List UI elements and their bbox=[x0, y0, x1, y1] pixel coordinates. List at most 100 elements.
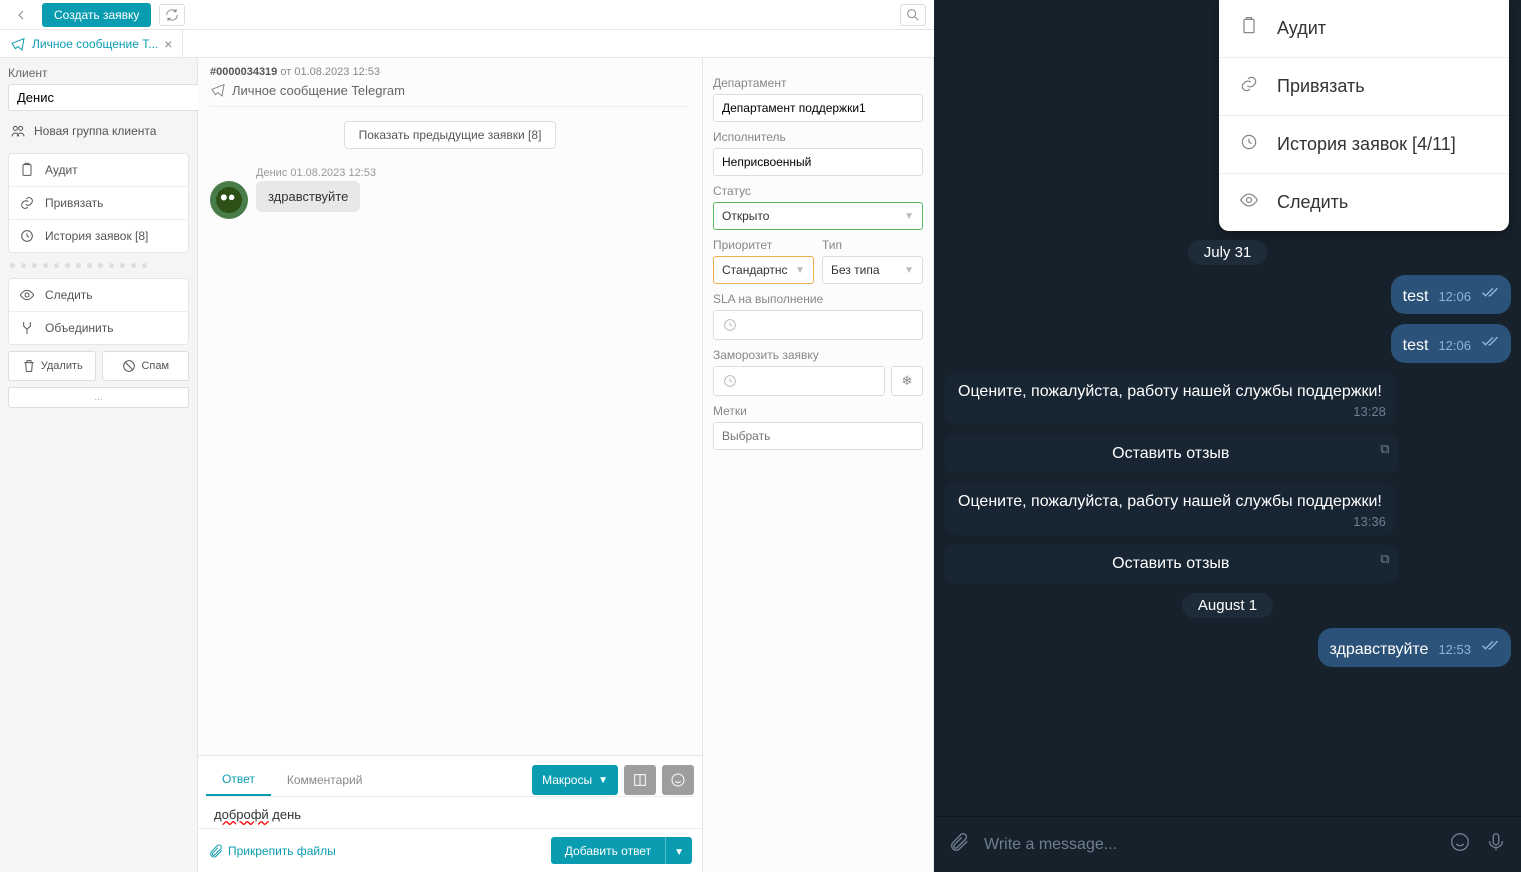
new-client-group[interactable]: Новая группа клиента bbox=[8, 119, 189, 143]
date-separator: July 31 bbox=[1188, 240, 1268, 265]
spam-icon bbox=[121, 358, 137, 374]
emoji-button[interactable] bbox=[662, 765, 694, 795]
chevron-down-icon: ▼ bbox=[904, 265, 914, 276]
sidebar-merge[interactable]: Объединить bbox=[9, 312, 188, 344]
ticket-date-prefix: от bbox=[280, 66, 291, 78]
ticket-center: #0000034319 от 01.08.2023 12:53 Личное с… bbox=[198, 58, 702, 872]
group-label: Новая группа клиента bbox=[34, 124, 156, 138]
sla-label: SLA на выполнение bbox=[713, 292, 923, 306]
chevron-down-icon: ▼ bbox=[674, 847, 684, 858]
outgoing-message[interactable]: здравствуйте 12:53 bbox=[1318, 628, 1511, 667]
inline-button[interactable]: Оставить отзыв ⧉ bbox=[944, 435, 1398, 473]
arrow-left-icon bbox=[13, 7, 29, 23]
pagination-dots bbox=[8, 257, 189, 274]
message-bubble: здравствуйте bbox=[256, 181, 360, 212]
link-icon bbox=[1239, 74, 1261, 99]
snowflake-button[interactable]: ❄ bbox=[891, 366, 923, 396]
ticket-header: #0000034319 от 01.08.2023 12:53 Личное с… bbox=[198, 58, 702, 111]
sidebar-bind[interactable]: Привязать bbox=[9, 187, 188, 220]
reply-tab-comment[interactable]: Комментарий bbox=[271, 765, 379, 795]
telegram-input-bar bbox=[934, 816, 1521, 872]
sla-input[interactable] bbox=[713, 310, 923, 340]
double-check-icon bbox=[1481, 332, 1499, 355]
refresh-button[interactable] bbox=[159, 4, 185, 26]
outgoing-message[interactable]: test 12:06 bbox=[1391, 324, 1511, 363]
paperclip-icon bbox=[208, 843, 224, 859]
smile-icon bbox=[670, 772, 686, 788]
popup-history[interactable]: История заявок [4/11] bbox=[1219, 116, 1509, 174]
tab-title: Личное сообщение Т... bbox=[32, 37, 158, 51]
sidebar-actions-1: Аудит Привязать История заявок [8] bbox=[8, 153, 189, 253]
double-check-icon bbox=[1481, 636, 1499, 659]
send-reply-button[interactable]: Добавить ответ bbox=[551, 837, 665, 864]
trash-icon bbox=[21, 358, 37, 374]
department-input[interactable] bbox=[713, 94, 923, 122]
assignee-label: Исполнитель bbox=[713, 130, 923, 144]
ticket-title: Личное сообщение Telegram bbox=[232, 83, 405, 98]
emoji-button[interactable] bbox=[1449, 831, 1471, 859]
freeze-label: Заморозить заявку bbox=[713, 348, 923, 362]
popup-follow[interactable]: Следить bbox=[1219, 174, 1509, 231]
create-ticket-button[interactable]: Создать заявку bbox=[42, 3, 151, 27]
client-input[interactable] bbox=[8, 84, 202, 111]
tab-ticket[interactable]: Личное сообщение Т... × bbox=[0, 30, 183, 57]
popup-audit[interactable]: Аудит bbox=[1219, 0, 1509, 58]
assignee-input[interactable] bbox=[713, 148, 923, 176]
department-label: Департамент bbox=[713, 76, 923, 90]
tab-close-button[interactable]: × bbox=[164, 36, 172, 52]
telegram-app: Аудит Привязать История заявок [4/11] Сл… bbox=[934, 0, 1521, 872]
tags-input[interactable] bbox=[713, 422, 923, 450]
header-bar: Создать заявку bbox=[0, 0, 934, 30]
sidebar-history[interactable]: История заявок [8] bbox=[9, 220, 188, 252]
incoming-message[interactable]: Оцените, пожалуйста, работу нашей службы… bbox=[944, 373, 1396, 425]
eye-icon bbox=[1239, 190, 1261, 215]
freeze-input[interactable] bbox=[713, 366, 885, 396]
message-row: здравствуйте bbox=[210, 181, 690, 219]
macros-button[interactable]: Макросы ▼ bbox=[532, 765, 618, 795]
snowflake-icon: ❄ bbox=[902, 373, 913, 389]
back-button[interactable] bbox=[8, 4, 34, 26]
sidebar-actions-2: Следить Объединить bbox=[8, 278, 189, 345]
clipboard-icon bbox=[19, 162, 35, 178]
delete-button[interactable]: Удалить bbox=[8, 351, 96, 381]
clock-icon bbox=[722, 373, 738, 389]
status-select[interactable]: Открыто ▼ bbox=[713, 202, 923, 230]
send-reply-caret[interactable]: ▼ bbox=[665, 837, 692, 864]
sidebar-follow[interactable]: Следить bbox=[9, 279, 188, 312]
reply-tab-reply[interactable]: Ответ bbox=[206, 764, 271, 796]
spam-button[interactable]: Спам bbox=[102, 351, 190, 381]
attach-files-link[interactable]: Прикрепить файлы bbox=[208, 843, 336, 859]
avatar bbox=[210, 181, 248, 219]
attach-button[interactable] bbox=[948, 831, 970, 859]
reply-footer: Прикрепить файлы Добавить ответ ▼ bbox=[198, 828, 702, 872]
more-actions-button[interactable]: ... bbox=[8, 387, 189, 408]
incoming-message[interactable]: Оцените, пожалуйста, работу нашей службы… bbox=[944, 483, 1396, 535]
priority-select[interactable]: Стандартнс ▼ bbox=[713, 256, 814, 284]
client-label: Клиент bbox=[8, 66, 189, 80]
tab-bar: Личное сообщение Т... × bbox=[0, 30, 934, 58]
book-icon bbox=[632, 772, 648, 788]
sidebar-audit[interactable]: Аудит bbox=[9, 154, 188, 187]
eye-icon bbox=[19, 287, 35, 303]
message-input[interactable] bbox=[984, 836, 1435, 854]
knowledge-base-button[interactable] bbox=[624, 765, 656, 795]
telegram-context-menu: Аудит Привязать История заявок [4/11] Сл… bbox=[1219, 0, 1509, 231]
refresh-icon bbox=[164, 7, 180, 23]
type-label: Тип bbox=[822, 238, 923, 252]
popup-bind[interactable]: Привязать bbox=[1219, 58, 1509, 116]
show-previous-tickets-button[interactable]: Показать предыдущие заявки [8] bbox=[344, 121, 557, 149]
properties-panel: Департамент Исполнитель Статус Открыто ▼… bbox=[702, 58, 934, 872]
ticket-date: 01.08.2023 12:53 bbox=[294, 66, 380, 78]
inline-button[interactable]: Оставить отзыв ⧉ bbox=[944, 545, 1398, 583]
status-label: Статус bbox=[713, 184, 923, 198]
history-icon bbox=[19, 228, 35, 244]
priority-label: Приоритет bbox=[713, 238, 814, 252]
ticket-id: #0000034319 bbox=[210, 66, 277, 78]
sidebar: Клиент ⓘ Новая группа клиента Аудит Прив… bbox=[0, 58, 198, 872]
search-button[interactable] bbox=[900, 4, 926, 26]
type-select[interactable]: Без типа ▼ bbox=[822, 256, 923, 284]
double-check-icon bbox=[1481, 283, 1499, 306]
outgoing-message[interactable]: test 12:06 bbox=[1391, 275, 1511, 314]
reply-textarea[interactable]: доброфй день bbox=[206, 797, 694, 832]
voice-button[interactable] bbox=[1485, 831, 1507, 859]
